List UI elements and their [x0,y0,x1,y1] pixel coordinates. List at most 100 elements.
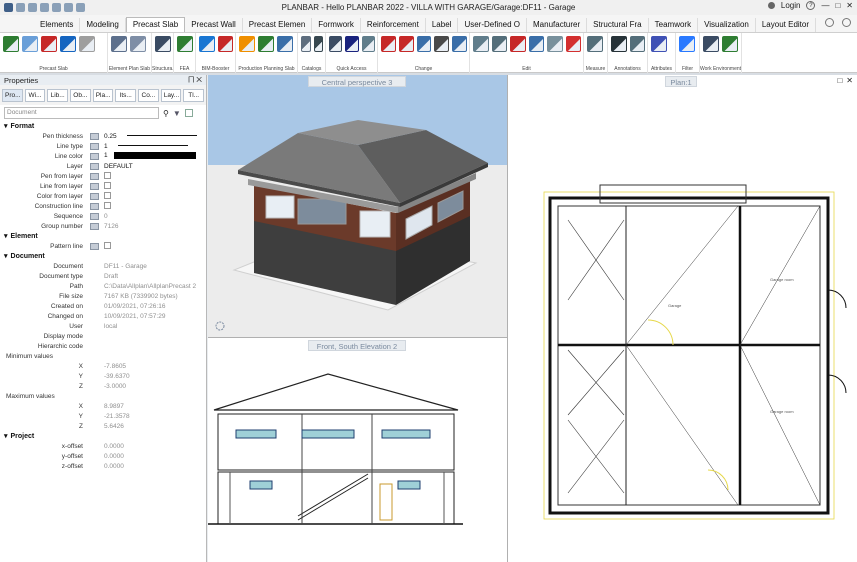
ribbon-tab-manufacturer[interactable]: Manufacturer [527,18,588,32]
ribbon-tool-icon[interactable] [41,36,57,52]
properties-tab[interactable]: Its... [115,88,137,102]
properties-tab[interactable]: Pla... [92,88,114,102]
maximize-icon[interactable]: □ [835,1,840,10]
ribbon-tool-icon[interactable] [199,36,215,52]
ribbon-tool-icon[interactable] [345,36,359,52]
property-row[interactable]: Sequence 0 [0,211,206,221]
property-value[interactable] [102,241,206,251]
restore-view-icon[interactable]: □ [837,76,842,85]
properties-tab[interactable]: Co... [138,88,159,102]
property-value[interactable] [102,201,206,211]
property-row[interactable]: x-offset 0.0000 [0,441,206,451]
property-row[interactable]: Layer DEFAULT [0,161,206,171]
ribbon-tool-icon[interactable] [565,36,581,52]
property-value[interactable]: -3.0000 [102,383,206,390]
property-row[interactable]: Changed on 10/09/2021, 07:57:29 [0,311,206,321]
ribbon-tab-user-defined-o[interactable]: User-Defined O [458,18,528,32]
ribbon-tool-icon[interactable] [177,36,193,52]
property-row[interactable]: Line color 1 [0,151,206,161]
property-row[interactable]: Y -39.6370 [0,371,206,381]
perspective-view-title[interactable]: Central perspective 3 [308,76,406,87]
ribbon-tab-visualization[interactable]: Visualization [698,18,756,32]
ribbon-tool-icon[interactable] [329,36,343,52]
ribbon-tab-modeling[interactable]: Modeling [80,18,126,32]
property-value[interactable]: 0.0000 [102,463,206,470]
close-view-icon[interactable]: ✕ [846,76,853,85]
search-icon[interactable]: ⚲ [163,109,169,118]
property-value[interactable]: 0 [102,213,206,220]
ribbon-tool-icon[interactable] [629,36,645,52]
properties-tab[interactable]: Wi... [24,88,46,102]
help-icon[interactable]: ? [806,1,816,10]
property-value[interactable]: -39.6370 [102,373,206,380]
property-checkbox[interactable] [104,171,111,179]
property-row[interactable]: X 8.9897 [0,401,206,411]
property-value[interactable] [102,181,206,191]
ribbon-tool-icon[interactable] [361,36,375,52]
minimize-icon[interactable]: — [821,1,829,10]
ribbon-tool-icon[interactable] [547,36,563,52]
property-row[interactable]: Z 5.6426 [0,421,206,431]
property-row[interactable]: Pen thickness 0.25 [0,131,206,141]
property-row[interactable]: Hierarchic code [0,341,206,351]
ribbon-tool-icon[interactable] [277,36,293,52]
ribbon-tab-formwork[interactable]: Formwork [312,18,361,32]
property-value[interactable]: 0.0000 [102,443,206,450]
ribbon-tool-icon[interactable] [3,36,19,52]
ribbon-tab-label[interactable]: Label [426,18,459,32]
elevation-view[interactable] [208,338,507,562]
ribbon-tool-icon[interactable] [313,36,323,52]
property-value[interactable]: local [102,323,206,330]
property-value[interactable]: 1 [102,152,206,160]
property-value[interactable]: 01/09/2021, 07:26:16 [102,303,206,310]
properties-tab[interactable]: Ob... [70,88,91,102]
property-row[interactable]: Created on 01/09/2021, 07:26:16 [0,301,206,311]
select-all-icon[interactable] [184,109,193,117]
property-value[interactable] [102,191,206,201]
property-row[interactable]: Path C:\Data\Allplan\AllplanPrecast 2 [0,281,206,291]
ribbon-tool-icon[interactable] [301,36,311,52]
ribbon-tool-icon[interactable] [452,36,467,52]
ribbon-tool-icon[interactable] [398,36,414,52]
properties-tab[interactable]: Tl... [183,88,205,102]
property-row[interactable]: X -7.8605 [0,361,206,371]
property-checkbox[interactable] [104,201,111,209]
filter-icon[interactable]: ▼ [173,109,181,118]
ribbon-tool-icon[interactable] [611,36,627,52]
property-value[interactable]: Draft [102,273,206,280]
collapse-arrow-icon[interactable]: ▾ [4,252,8,260]
ribbon-tab-reinforcement[interactable]: Reinforcement [361,18,426,32]
ribbon-tool-icon[interactable] [528,36,544,52]
ribbon-tool-icon[interactable] [473,36,489,52]
ribbon-tool-icon[interactable] [491,36,507,52]
property-value[interactable]: 8.9897 [102,403,206,410]
property-row[interactable]: Z -3.0000 [0,381,206,391]
ribbon-tool-icon[interactable] [416,36,432,52]
ribbon-tool-icon[interactable] [381,36,396,52]
document-filter-dropdown[interactable]: Document [4,107,159,119]
property-section-header[interactable]: ▾ Format [0,121,206,131]
ribbon-tool-icon[interactable] [510,36,526,52]
ribbon-tab-precast-elemen[interactable]: Precast Elemen [243,18,313,32]
property-row[interactable]: Y -21.3578 [0,411,206,421]
property-row[interactable]: Display mode [0,331,206,341]
property-value[interactable]: 0.0000 [102,453,206,460]
collapse-arrow-icon[interactable]: ▾ [4,232,8,240]
property-value[interactable]: -21.3578 [102,413,206,420]
ribbon-tool-icon[interactable] [651,36,667,52]
ribbon-tab-elements[interactable]: Elements [34,18,81,32]
property-row[interactable]: z-offset 0.0000 [0,461,206,471]
property-checkbox[interactable] [104,181,111,189]
property-row[interactable]: Maximum values [0,391,206,401]
ribbon-tool-icon[interactable] [239,36,255,52]
property-row[interactable]: Group number 7126 [0,221,206,231]
property-value[interactable]: 7167 KB (7339902 bytes) [102,293,206,300]
ribbon-tool-icon[interactable] [587,36,603,52]
property-section-header[interactable]: ▾ Document [0,251,206,261]
property-row[interactable]: Construction line [0,201,206,211]
property-row[interactable]: Line from layer [0,181,206,191]
ribbon-tool-icon[interactable] [258,36,274,52]
ribbon-tab-precast-wall[interactable]: Precast Wall [185,18,243,32]
plan-view-title[interactable]: Plan:1 [665,76,697,87]
ribbon-tool-icon[interactable] [155,36,171,52]
